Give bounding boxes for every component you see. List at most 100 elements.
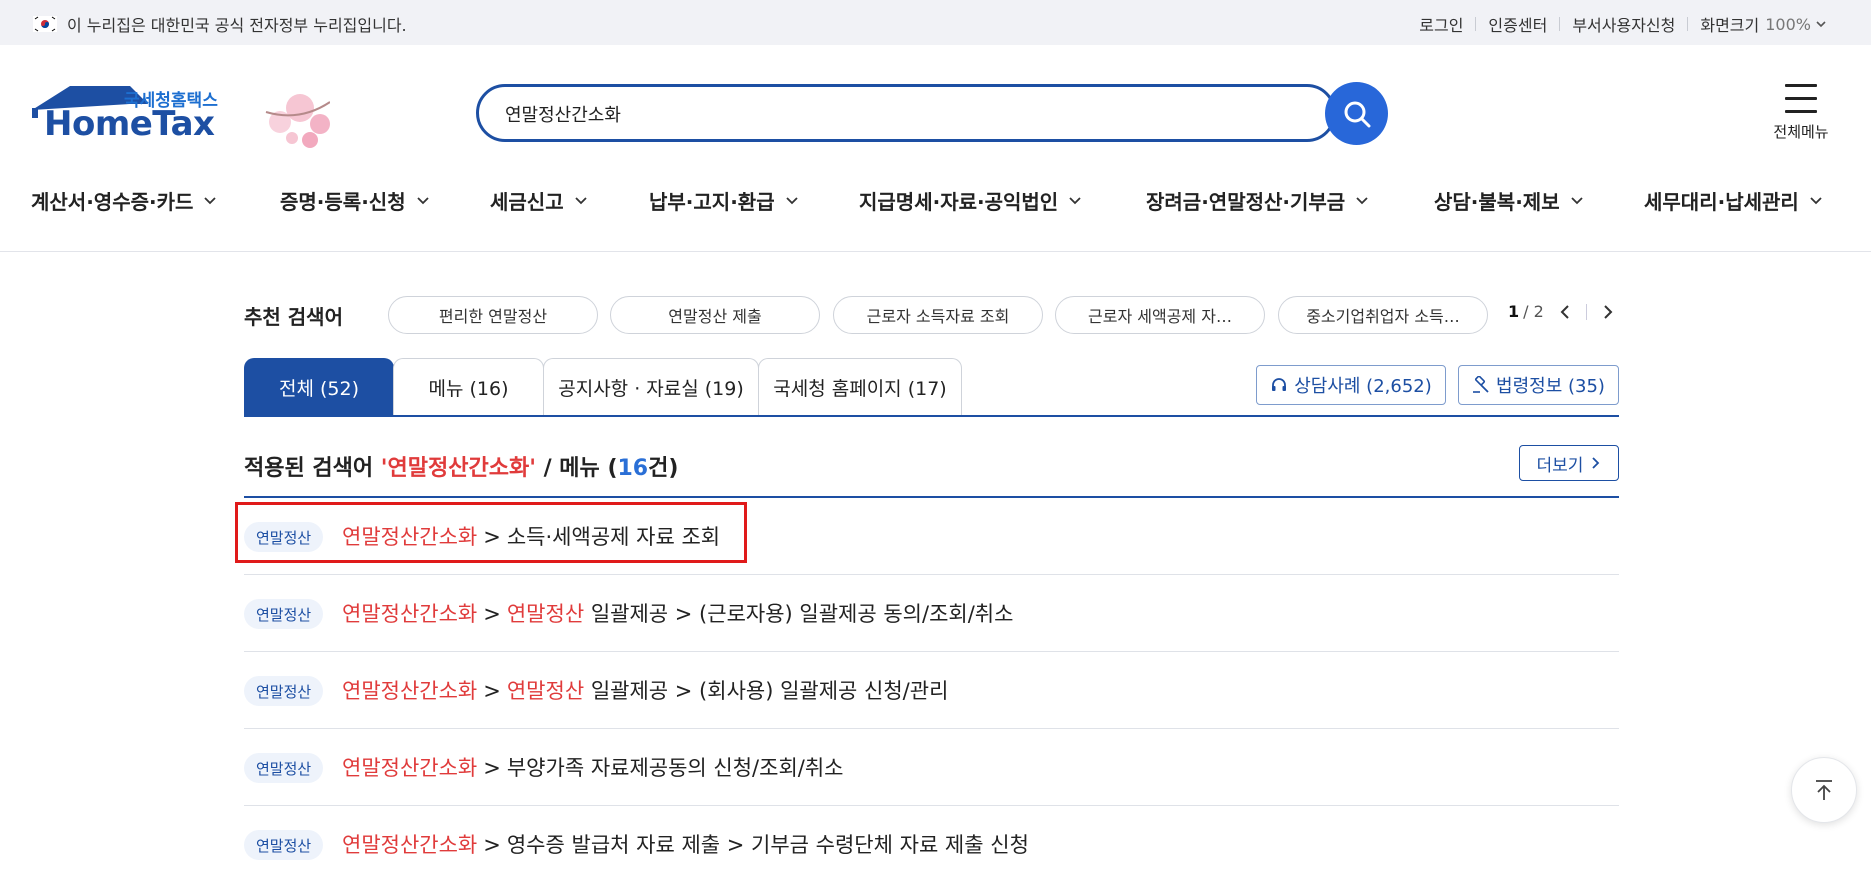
tab-all[interactable]: 전체 (52) <box>244 358 394 416</box>
korea-flag-icon <box>33 16 57 32</box>
recommend-chip[interactable]: 편리한 연말정산 <box>388 296 598 334</box>
chevron-down-icon <box>785 196 798 204</box>
recommend-pager: 1 / 2 <box>1508 302 1615 321</box>
login-link[interactable]: 로그인 <box>1419 12 1463 36</box>
result-rest: 부양가족 자료제공동의 신청/조회/취소 <box>506 756 844 780</box>
search-button[interactable] <box>1325 82 1388 145</box>
more-label: 더보기 <box>1536 455 1584 476</box>
category-badge: 연말정산 <box>244 676 324 706</box>
path-separator: > <box>483 833 501 857</box>
chevron-right-icon <box>1604 304 1613 319</box>
chevron-down-icon <box>1570 196 1583 204</box>
nav-item-payment[interactable]: 납부·고지·환급 <box>649 186 799 215</box>
category-badge: 연말정산 <box>244 830 324 860</box>
result-rest: 일괄제공 > (회사용) 일괄제공 신청/관리 <box>590 679 949 703</box>
chevron-right-icon <box>1592 457 1600 469</box>
zoom-selector[interactable]: 화면크기 100% <box>1700 12 1827 36</box>
path-separator: > <box>483 756 501 780</box>
result-item[interactable]: 연말정산 연말정산간소화 > 연말정산 일괄제공 > (근로자용) 일괄제공 동의/… <box>244 575 1619 652</box>
recommend-chip[interactable]: 근로자 세액공제 자… <box>1055 296 1265 334</box>
result-item[interactable]: 연말정산 연말정산간소화 > 영수증 발급처 자료 제출 > 기부금 수령단체 자료… <box>244 806 1619 883</box>
consult-cases-label: 상담사례 (2,652) <box>1294 376 1432 397</box>
result-item[interactable]: 연말정산 연말정산간소화 > 부양가족 자료제공동의 신청/조회/취소 <box>244 729 1619 806</box>
result-rest: 영수증 발급처 자료 제출 > 기부금 수령단체 자료 제출 신청 <box>506 833 1029 857</box>
result-keyword-secondary: 연말정산 <box>506 679 585 703</box>
nav-item-agent[interactable]: 세무대리·납세관리 <box>1644 186 1823 215</box>
chevron-down-icon <box>1356 196 1368 204</box>
chevron-down-icon <box>204 196 217 204</box>
section-keyword: '연말정산간소화' <box>380 456 536 481</box>
pager-current: 1 <box>1508 302 1520 321</box>
nav-item-consult[interactable]: 상담·불복·제보 <box>1434 186 1584 215</box>
chevron-down-icon <box>574 196 587 204</box>
tab-notice[interactable]: 공지사항 · 자료실 (19) <box>543 358 759 416</box>
next-button[interactable] <box>1601 304 1615 320</box>
law-info-label: 법령정보 (35) <box>1496 376 1605 397</box>
result-keyword: 연말정산간소화 <box>342 679 478 703</box>
tabs-underline <box>244 415 1619 417</box>
path-separator: > <box>483 679 501 703</box>
all-menu-label: 전체메뉴 <box>1773 123 1829 141</box>
all-menu-button[interactable]: 전체메뉴 <box>1766 84 1836 142</box>
dept-user-link[interactable]: 부서사용자신청 <box>1572 12 1675 36</box>
tab-menu[interactable]: 메뉴 (16) <box>393 358 544 416</box>
consult-cases-button[interactable]: 상담사례 (2,652) <box>1256 365 1446 405</box>
result-path: 연말정산간소화 > 연말정산 일괄제공 > (근로자용) 일괄제공 동의/조회/취소 <box>342 598 1013 628</box>
result-rest: 일괄제공 > (근로자용) 일괄제공 동의/조회/취소 <box>590 602 1014 626</box>
hamburger-icon <box>1785 84 1817 113</box>
hometax-logo[interactable]: 국세청홈택스 HomeTax <box>30 82 331 152</box>
arrow-up-icon <box>1816 780 1832 800</box>
nav-item-label: 세무대리·납세관리 <box>1644 190 1799 214</box>
section-title: 적용된 검색어 '연말정산간소화' / 메뉴 (16건) <box>244 450 678 482</box>
search-input[interactable] <box>503 99 1267 129</box>
gov-banner-bar: 이 누리집은 대한민국 공식 전자정부 누리집입니다. 로그인 인증센터 부서사… <box>0 0 1871 45</box>
more-button[interactable]: 더보기 <box>1519 445 1619 481</box>
nav-item-invoice[interactable]: 계산서·영수증·카드 <box>31 186 217 215</box>
nav-item-payment-statement[interactable]: 지급명세·자료·공익법인 <box>859 186 1082 215</box>
result-path: 연말정산간소화 > 연말정산 일괄제공 > (회사용) 일괄제공 신청/관리 <box>342 675 948 705</box>
section-suffix: 건) <box>648 456 679 481</box>
search-box <box>476 84 1336 142</box>
headset-icon <box>1272 378 1287 391</box>
cert-center-link[interactable]: 인증센터 <box>1488 12 1547 36</box>
search-icon <box>1344 101 1370 127</box>
path-separator: > <box>483 602 501 626</box>
recommend-chip[interactable]: 연말정산 제출 <box>610 296 820 334</box>
recommend-chip[interactable]: 중소기업취업자 소득… <box>1278 296 1488 334</box>
scroll-top-button[interactable] <box>1791 757 1857 823</box>
prev-button[interactable] <box>1558 304 1572 320</box>
zoom-value: 100% <box>1765 14 1811 34</box>
recommend-chip[interactable]: 근로자 소득자료 조회 <box>833 296 1043 334</box>
recommend-label: 추천 검색어 <box>244 305 343 329</box>
result-keyword: 연말정산간소화 <box>342 602 478 626</box>
divider <box>1585 303 1587 320</box>
divider <box>1475 17 1477 31</box>
gov-notice: 이 누리집은 대한민국 공식 전자정부 누리집입니다. <box>33 12 407 36</box>
divider <box>1687 17 1689 31</box>
section-prefix: 적용된 검색어 <box>244 456 374 481</box>
nav-item-label: 증명·등록·신청 <box>280 190 406 214</box>
main-nav: 계산서·영수증·카드 증명·등록·신청 세금신고 납부·고지·환급 지급명세·자… <box>0 180 1871 250</box>
nav-item-certificate[interactable]: 증명·등록·신청 <box>280 186 430 215</box>
chevron-down-icon <box>416 196 429 204</box>
result-item[interactable]: 연말정산 연말정산간소화 > 연말정산 일괄제공 > (회사용) 일괄제공 신청/관… <box>244 652 1619 729</box>
nav-item-year-end[interactable]: 장려금·연말정산·기부금 <box>1146 186 1369 215</box>
result-keyword: 연말정산간소화 <box>342 833 478 857</box>
nav-item-label: 장려금·연말정산·기부금 <box>1146 190 1346 214</box>
section-slash: / 메뉴 ( <box>543 456 618 481</box>
gov-notice-text: 이 누리집은 대한민국 공식 전자정부 누리집입니다. <box>67 16 407 35</box>
nav-item-tax-filing[interactable]: 세금신고 <box>490 186 588 215</box>
pager-total: / 2 <box>1523 302 1544 321</box>
logo-title: HomeTax <box>44 104 215 144</box>
nav-item-label: 계산서·영수증·카드 <box>31 190 194 214</box>
chevron-down-icon <box>1816 21 1826 28</box>
chevron-down-icon <box>1810 196 1822 204</box>
divider <box>1559 17 1561 31</box>
result-keyword: 연말정산간소화 <box>342 756 478 780</box>
chevron-down-icon <box>1069 196 1081 204</box>
tab-nts-homepage[interactable]: 국세청 홈페이지 (17) <box>758 358 962 416</box>
law-info-button[interactable]: 법령정보 (35) <box>1458 365 1619 405</box>
result-keyword-secondary: 연말정산 <box>506 602 585 626</box>
gavel-icon <box>1473 376 1489 393</box>
category-badge: 연말정산 <box>244 753 324 783</box>
